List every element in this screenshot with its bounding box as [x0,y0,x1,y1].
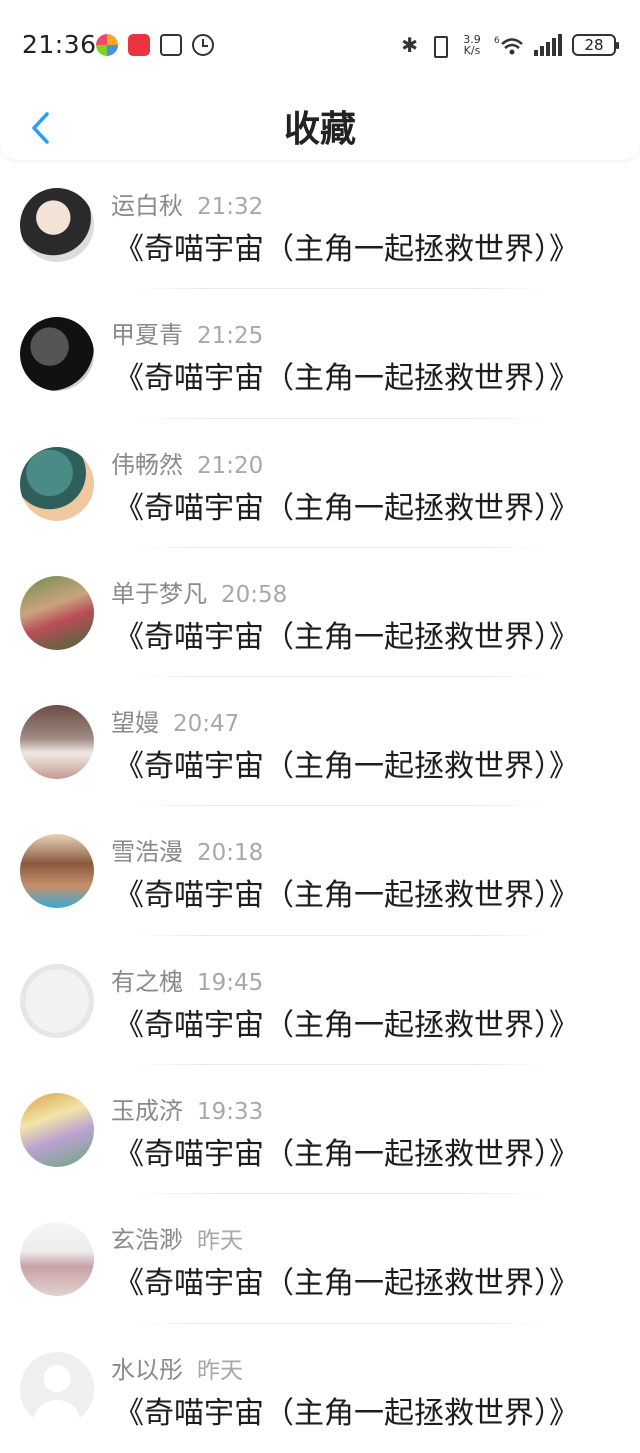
item-title: 《奇喵宇宙（主角一起拯救世界）》 [114,232,579,267]
list-item[interactable]: 雪浩漫 20:18 《奇喵宇宙（主角一起拯救世界）》 [0,806,640,936]
app-notification-icon [96,34,118,56]
avatar-silhouette [34,1399,80,1426]
user-name: 单于梦凡 [111,579,207,608]
item-title: 《奇喵宇宙（主角一起拯救世界）》 [114,1395,579,1431]
user-name: 伟畅然 [111,450,183,479]
user-name: 有之槐 [111,967,183,996]
avatar[interactable] [20,834,94,909]
page-title: 收藏 [283,109,356,150]
status-bar: 21:36 ✱ 3.9 K/s 6 28 [0,0,640,96]
user-name: 玉成济 [111,1097,183,1126]
alarm-icon [192,34,214,56]
user-name: 甲夏青 [111,321,183,350]
list-item[interactable]: 有之槐 19:45 《奇喵宇宙（主角一起拯救世界）》 [0,936,640,1066]
item-title: 《奇喵宇宙（主角一起拯救世界）》 [114,749,579,785]
huawei-app-icon [128,34,150,56]
avatar[interactable] [20,446,94,521]
user-name: 运白秋 [111,192,183,220]
item-time: 19:33 [197,1099,264,1126]
user-name: 望嫚 [111,709,159,738]
avatar[interactable] [20,575,94,650]
item-time: 昨天 [197,1357,243,1384]
list-item[interactable]: 水以彤 昨天 《奇喵宇宙（主角一起拯救世界）》 [0,1324,640,1453]
item-time: 21:25 [197,323,264,350]
list-item[interactable]: 玉成济 19:33 《奇喵宇宙（主角一起拯救世界）》 [0,1065,640,1195]
favorites-list: 运白秋 21:32 《奇喵宇宙（主角一起拯救世界）》 甲夏青 21:25 《奇喵宇宙… [0,160,640,1453]
item-title: 《奇喵宇宙（主角一起拯救世界）》 [114,1137,579,1173]
item-title: 《奇喵宇宙（主角一起拯救世界）》 [114,878,579,914]
user-name: 玄浩渺 [111,1226,183,1255]
item-title: 《奇喵宇宙（主角一起拯救世界）》 [114,1266,579,1302]
avatar[interactable] [20,1222,94,1297]
top-navigation-bar: 收藏 [0,96,640,160]
status-time: 21:36 [22,30,97,59]
item-title: 《奇喵宇宙（主角一起拯救世界）》 [114,490,579,526]
item-time: 20:47 [173,711,240,738]
item-title: 《奇喵宇宙（主角一起拯救世界）》 [114,1007,579,1043]
user-name: 水以彤 [111,1355,183,1384]
status-system-icons: ✱ 3.9 K/s 6 28 [401,33,619,58]
item-time: 昨天 [197,1228,243,1255]
default-avatar-icon[interactable] [20,1351,94,1426]
avatar[interactable] [20,188,94,262]
avatar[interactable] [20,317,94,392]
wifi-icon: 6 [494,34,524,56]
wifi-badge: 6 [494,36,500,46]
cellular-signal-icon [534,34,562,56]
list-item[interactable]: 甲夏青 21:25 《奇喵宇宙（主角一起拯救世界）》 [0,289,640,419]
battery-icon: 28 [572,34,619,56]
list-item[interactable]: 玄浩渺 昨天 《奇喵宇宙（主角一起拯救世界）》 [0,1194,640,1324]
item-time: 21:20 [197,452,264,479]
list-item[interactable]: 运白秋 21:32 《奇喵宇宙（主角一起拯救世界）》 [0,160,640,290]
user-name: 雪浩漫 [111,838,183,867]
list-item[interactable]: 伟畅然 21:20 《奇喵宇宙（主角一起拯救世界）》 [0,419,640,548]
list-item[interactable]: 单于梦凡 20:58 《奇喵宇宙（主角一起拯救世界）》 [0,548,640,678]
item-time: 20:58 [221,581,288,608]
bluetooth-icon: ✱ [401,33,418,57]
avatar[interactable] [20,963,94,1038]
item-time: 21:32 [197,194,264,220]
item-title: 《奇喵宇宙（主角一起拯救世界）》 [114,619,579,655]
avatar[interactable] [20,1093,94,1168]
item-time: 20:18 [197,840,264,867]
avatar[interactable] [20,705,94,780]
item-time: 19:45 [197,969,264,996]
item-title: 《奇喵宇宙（主角一起拯救世界）》 [114,361,579,397]
vibrate-icon [428,34,450,58]
list-item[interactable]: 望嫚 20:47 《奇喵宇宙（主角一起拯救世界）》 [0,677,640,807]
nfc-icon [160,34,182,56]
network-speed: 3.9 K/s [463,33,481,57]
status-notification-icons [96,34,214,56]
